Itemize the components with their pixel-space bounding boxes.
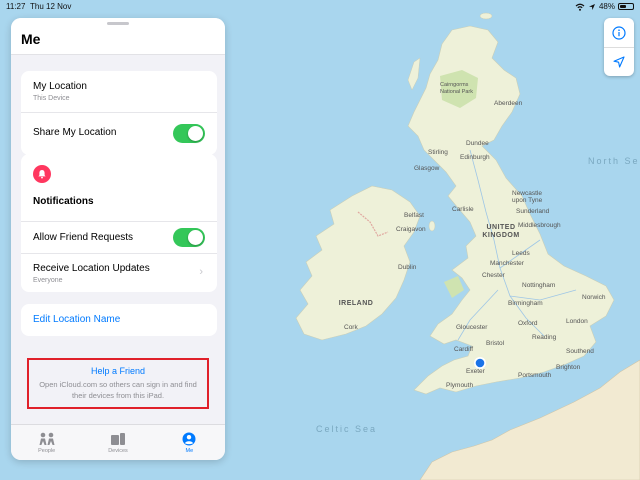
page-title: Me [21, 31, 41, 47]
help-a-friend-section: Help a Friend Open iCloud.com so others … [27, 358, 209, 409]
status-bar: 11:27 Thu 12 Nov 48% [0, 0, 640, 14]
city-label: Glasgow [414, 165, 440, 172]
devices-icon [110, 432, 125, 445]
people-icon [39, 432, 55, 445]
city-label: Oxford [518, 320, 538, 327]
share-location-toggle[interactable] [173, 124, 205, 143]
city-label: Cork [344, 324, 358, 331]
notifications-heading: Notifications [33, 196, 94, 207]
city-label: Cairngorms National Park [440, 82, 474, 95]
city-label: Manchester [490, 260, 524, 267]
city-label: Nottingham [522, 282, 556, 289]
notifications-group: Notifications Allow Friend Requests Rece… [21, 154, 217, 292]
location-services-icon [588, 3, 595, 10]
current-location-dot-inner [475, 358, 485, 368]
track-location-button[interactable] [604, 47, 634, 76]
city-label: Craigavon [396, 226, 426, 233]
bell-icon [38, 170, 46, 179]
city-label: Portsmouth [518, 372, 552, 379]
city-label: Sunderland [516, 208, 550, 215]
tab-people[interactable]: People [11, 425, 82, 460]
receive-updates-value: Everyone [33, 277, 63, 284]
edit-location-name-group: Edit Location Name [21, 304, 217, 336]
city-label: Middlesbrough [518, 222, 561, 229]
city-label: Dublin [398, 264, 417, 271]
receive-updates-label: Receive Location Updates [33, 263, 150, 274]
tab-me[interactable]: Me [154, 425, 225, 460]
battery-fill [620, 5, 626, 8]
city-label: Bristol [486, 340, 505, 347]
info-icon [612, 25, 626, 40]
city-label: Birmingham [508, 300, 543, 307]
city-label: Newcastle upon Tyne [512, 190, 543, 204]
city-label: Carlisle [452, 206, 474, 213]
battery-percent: 48% [598, 2, 615, 11]
city-label: Stirling [428, 149, 448, 156]
toggle-knob [188, 230, 203, 245]
wifi-icon [575, 3, 585, 11]
receive-location-updates-row[interactable]: Receive Location Updates Everyone › [21, 254, 217, 292]
tab-label-people: People [38, 447, 56, 454]
city-label: London [566, 318, 588, 325]
location-group: My Location This Device Share My Locatio… [21, 71, 217, 155]
city-label: Exeter [466, 368, 485, 375]
tab-devices[interactable]: Devices [82, 425, 153, 460]
help-a-friend-link[interactable]: Help a Friend [29, 366, 207, 376]
city-label: Aberdeen [494, 100, 523, 107]
status-right-cluster: 48% [575, 2, 634, 11]
city-label: Southend [566, 348, 594, 355]
city-label: Gloucester [456, 324, 488, 331]
location-arrow-icon [613, 56, 625, 68]
isle-of-man [428, 220, 436, 232]
city-label: Edinburgh [460, 154, 490, 161]
me-panel: Me My Location This Device Share My Loca… [11, 18, 225, 460]
notifications-header-row: Notifications [21, 154, 217, 222]
city-label: Chester [482, 272, 505, 279]
city-label: Dundee [466, 140, 489, 147]
country-label-ireland: IRELAND [338, 300, 374, 307]
city-label: Reading [532, 334, 557, 341]
city-label: Belfast [404, 212, 424, 219]
city-label: Norwich [582, 294, 606, 301]
map-controls [604, 18, 634, 76]
tab-bar: People Devices Me [11, 424, 225, 460]
share-location-row: Share My Location [21, 113, 217, 155]
panel-header: Me [11, 18, 225, 55]
battery-icon [618, 3, 634, 10]
allow-friend-requests-toggle[interactable] [173, 228, 205, 247]
edit-location-name-link[interactable]: Edit Location Name [33, 314, 120, 325]
status-time: 11:27 [6, 2, 26, 11]
city-label: Leeds [512, 250, 530, 257]
my-location-title: My Location [33, 81, 87, 92]
me-icon [182, 432, 196, 445]
status-date: Thu 12 Nov [30, 2, 72, 11]
city-label: Plymouth [446, 382, 474, 389]
chevron-right-icon: › [199, 266, 203, 278]
map-info-button[interactable] [604, 18, 634, 47]
sea-label-north: North Se [588, 156, 640, 166]
allow-friend-requests-label: Allow Friend Requests [33, 232, 134, 243]
tab-label-me: Me [185, 447, 194, 454]
my-location-subtitle: This Device [33, 95, 70, 102]
city-label: Cardiff [454, 346, 474, 353]
sea-label-celtic: Celtic Sea [316, 424, 378, 434]
sheet-grabber[interactable] [107, 22, 129, 25]
notifications-badge [33, 165, 51, 183]
allow-friend-requests-row: Allow Friend Requests [21, 222, 217, 254]
edit-location-name-row[interactable]: Edit Location Name [21, 304, 217, 336]
toggle-knob [188, 126, 203, 141]
tab-label-devices: Devices [108, 447, 128, 454]
help-a-friend-description: Open iCloud.com so others can sign in an… [39, 380, 197, 400]
city-label: Brighton [556, 364, 581, 371]
my-location-row[interactable]: My Location This Device [21, 71, 217, 113]
share-location-label: Share My Location [33, 127, 117, 138]
